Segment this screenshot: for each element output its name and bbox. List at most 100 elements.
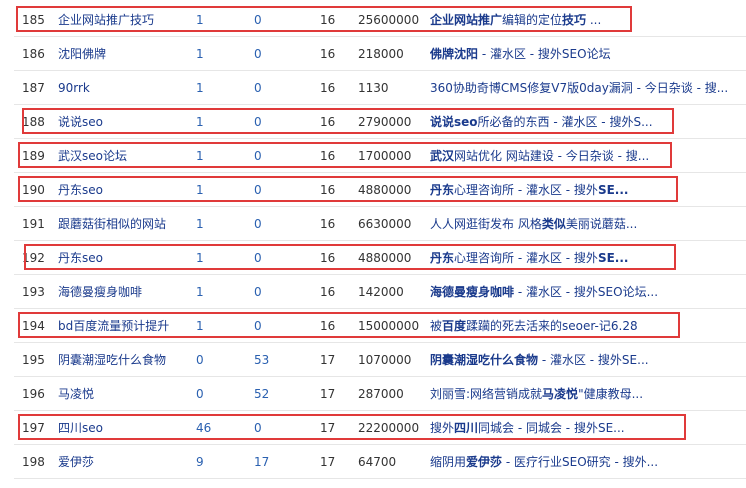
keyword-link[interactable]: 丹东seo	[58, 250, 206, 266]
title-highlight: 海德曼瘦身咖啡	[430, 285, 515, 299]
count-a[interactable]: 1	[196, 318, 236, 334]
count-a[interactable]: 1	[196, 148, 236, 164]
result-title-link[interactable]: 人人网逛街发布 风格类似美丽说蘑菇...	[430, 216, 746, 232]
keyword-link[interactable]: 爱伊莎	[58, 454, 206, 470]
result-count: 22200000	[358, 421, 420, 435]
count-c: 16	[320, 115, 336, 129]
title-highlight: 技巧	[562, 13, 587, 27]
keyword-link[interactable]: 阴囊潮湿吃什么食物	[58, 352, 206, 368]
count-b[interactable]: 53	[254, 352, 294, 368]
count-b[interactable]: 0	[254, 114, 294, 130]
count-a[interactable]: 0	[196, 352, 236, 368]
row-id: 185	[22, 13, 45, 27]
count-b[interactable]: 0	[254, 148, 294, 164]
count-a[interactable]: 1	[196, 114, 236, 130]
title-text: 编辑的定位	[502, 13, 563, 27]
count-b[interactable]: 0	[254, 182, 294, 198]
title-text: 美丽说蘑菇...	[565, 217, 638, 231]
row-id: 194	[22, 319, 45, 333]
table-row: 198 爱伊莎 9 17 17 64700 缩阴用爱伊莎 - 医疗行业SEO研究 - 搜外.…	[14, 444, 746, 479]
keyword-link[interactable]: 沈阳佛牌	[58, 46, 206, 62]
title-highlight: 武汉	[430, 149, 455, 163]
title-highlight: 企业网站推广	[430, 13, 503, 27]
result-title-link[interactable]: 企业网站推广编辑的定位技巧 ...	[430, 12, 746, 28]
result-title-link[interactable]: 刘丽雪:网络营销成就马凌悦"健康教母...	[430, 386, 746, 402]
keyword-link[interactable]: 丹东seo	[58, 182, 206, 198]
title-text: 被	[430, 319, 443, 333]
count-a[interactable]: 0	[196, 386, 236, 402]
title-text: - 灌水区 - 搜外SE...	[538, 353, 649, 367]
result-title-link[interactable]: 被百度蹂躏的死去活来的seoer-记6.28	[430, 318, 746, 334]
result-title-link[interactable]: 搜外四川同城会 - 同城会 - 搜外SE...	[430, 420, 746, 436]
result-title-link[interactable]: 说说seo所必备的东西 - 灌水区 - 搜外S...	[430, 114, 746, 130]
title-text: 同城会 - 同城会 - 搜外SE...	[478, 421, 625, 435]
result-count: 142000	[358, 285, 404, 299]
count-b[interactable]: 0	[254, 284, 294, 300]
keyword-link[interactable]: 说说seo	[58, 114, 206, 130]
result-title-link[interactable]: 丹东心理咨询所 - 灌水区 - 搜外SE...	[430, 182, 746, 198]
row-id: 190	[22, 183, 45, 197]
result-title-link[interactable]: 缩阴用爱伊莎 - 医疗行业SEO研究 - 搜外...	[430, 454, 746, 470]
result-title-link[interactable]: 丹东心理咨询所 - 灌水区 - 搜外SE...	[430, 250, 746, 266]
count-b[interactable]: 0	[254, 80, 294, 96]
count-b[interactable]: 17	[254, 454, 294, 470]
title-highlight: 说说seo	[430, 115, 478, 129]
result-title-link[interactable]: 海德曼瘦身咖啡 - 灌水区 - 搜外SEO论坛...	[430, 284, 746, 300]
keyword-link[interactable]: 90rrk	[58, 80, 206, 96]
keyword-link[interactable]: 海德曼瘦身咖啡	[58, 284, 206, 300]
count-c: 16	[320, 183, 336, 197]
count-a[interactable]: 1	[196, 284, 236, 300]
count-b[interactable]: 52	[254, 386, 294, 402]
count-b[interactable]: 0	[254, 216, 294, 232]
count-c: 17	[320, 387, 336, 401]
title-text: 360协助奇博CMS修复V7版0day漏洞 - 今日杂谈 - 搜...	[430, 81, 729, 95]
count-c: 16	[320, 319, 336, 333]
count-a[interactable]: 1	[196, 216, 236, 232]
count-a[interactable]: 1	[196, 182, 236, 198]
table-row: 193 海德曼瘦身咖啡 1 0 16 142000 海德曼瘦身咖啡 - 灌水区 - 搜外SE…	[14, 274, 746, 309]
row-id: 196	[22, 387, 45, 401]
result-title-link[interactable]: 阴囊潮湿吃什么食物 - 灌水区 - 搜外SE...	[430, 352, 746, 368]
count-c: 16	[320, 13, 336, 27]
count-b[interactable]: 0	[254, 420, 294, 436]
count-c: 16	[320, 251, 336, 265]
title-text: 心理咨询所 - 灌水区 - 搜外	[454, 183, 598, 197]
title-text: 网站优化 网站建设 - 今日杂谈 - 搜...	[454, 149, 650, 163]
count-c: 16	[320, 285, 336, 299]
count-a[interactable]: 1	[196, 12, 236, 28]
count-a[interactable]: 46	[196, 420, 236, 436]
result-title-link[interactable]: 武汉网站优化 网站建设 - 今日杂谈 - 搜...	[430, 148, 746, 164]
count-c: 16	[320, 149, 336, 163]
count-c: 16	[320, 47, 336, 61]
count-b[interactable]: 0	[254, 12, 294, 28]
result-title-link[interactable]: 佛牌沈阳 - 灌水区 - 搜外SEO论坛	[430, 46, 746, 62]
keyword-link[interactable]: 四川seo	[58, 420, 206, 436]
count-a[interactable]: 1	[196, 46, 236, 62]
title-highlight: 佛牌沈阳	[430, 47, 479, 61]
count-b[interactable]: 0	[254, 46, 294, 62]
count-a[interactable]: 1	[196, 250, 236, 266]
table-row: 189 武汉seo论坛 1 0 16 1700000 武汉网站优化 网站建设 - 今日杂谈 …	[14, 138, 746, 173]
result-title-link[interactable]: 360协助奇博CMS修复V7版0day漏洞 - 今日杂谈 - 搜...	[430, 80, 746, 96]
count-a[interactable]: 1	[196, 80, 236, 96]
title-text: 刘丽雪:网络营销成就	[430, 387, 543, 401]
title-text: 搜外	[430, 421, 455, 435]
count-c: 17	[320, 421, 336, 435]
keyword-link[interactable]: 马凌悦	[58, 386, 206, 402]
keyword-link[interactable]: 跟蘑菇街相似的网站	[58, 216, 206, 232]
title-text: "健康教母...	[578, 387, 644, 401]
title-text: 所必备的东西 - 灌水区 - 搜外S...	[477, 115, 653, 129]
keyword-link[interactable]: bd百度流量预计提升	[58, 318, 206, 334]
result-count: 4880000	[358, 183, 412, 197]
keyword-link[interactable]: 企业网站推广技巧	[58, 12, 206, 28]
count-b[interactable]: 0	[254, 318, 294, 334]
count-a[interactable]: 9	[196, 454, 236, 470]
table-row: 196 马凌悦 0 52 17 287000 刘丽雪:网络营销成就马凌悦"健康教母...	[14, 376, 746, 411]
title-text: ...	[586, 13, 602, 27]
keyword-link[interactable]: 武汉seo论坛	[58, 148, 206, 164]
result-count: 2790000	[358, 115, 412, 129]
count-b[interactable]: 0	[254, 250, 294, 266]
title-highlight: 爱伊莎	[466, 455, 503, 469]
result-count: 25600000	[358, 13, 420, 27]
table-row: 195 阴囊潮湿吃什么食物 0 53 17 1070000 阴囊潮湿吃什么食物 - 灌水区 …	[14, 342, 746, 377]
